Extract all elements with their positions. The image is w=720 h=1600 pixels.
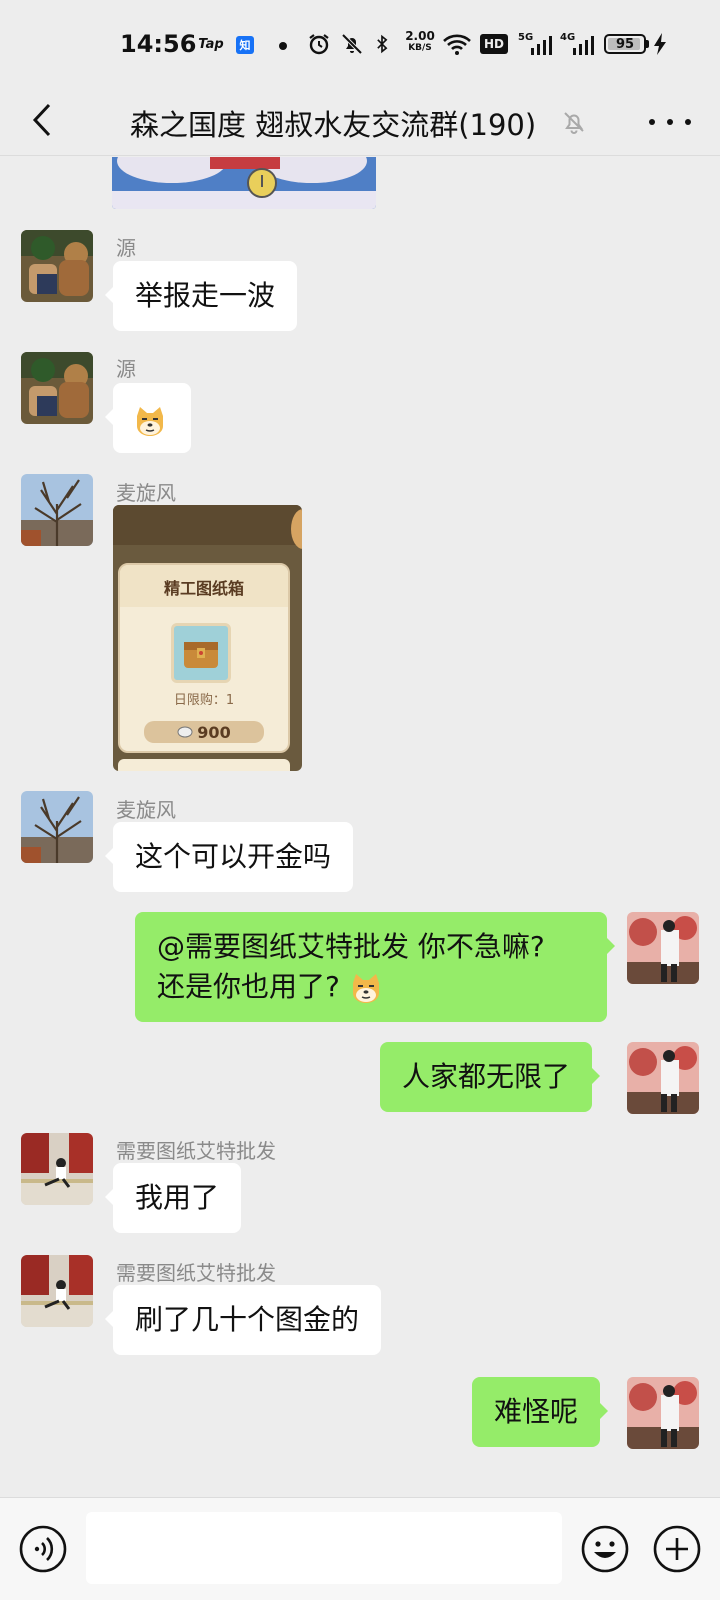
avatar-self[interactable] — [627, 912, 699, 984]
mute-bell-icon — [341, 33, 363, 55]
self-message-bubble[interactable]: 难怪呢 — [472, 1377, 609, 1447]
emoji-message-bubble[interactable] — [105, 383, 191, 453]
avatar-yuan[interactable] — [21, 230, 93, 302]
message-bubble[interactable]: 这个可以开金吗 — [104, 822, 354, 892]
chest-icon — [171, 623, 231, 683]
avatar-yuan[interactable] — [21, 352, 93, 424]
avatar-image — [21, 352, 93, 424]
self-message-bubble[interactable]: 人家都无限了 — [380, 1042, 601, 1112]
card-title: 精工图纸箱 — [163, 579, 244, 598]
signal-5g-icon: 5G — [518, 32, 552, 56]
avatar-self[interactable] — [627, 1377, 699, 1449]
message-bubble[interactable]: 举报走一波 — [104, 261, 298, 331]
more-actions-plus-icon[interactable] — [652, 1524, 702, 1574]
sender-name: 麦旋风 — [116, 481, 176, 505]
hd-icon: HD — [480, 34, 508, 54]
avatar-pifa[interactable] — [21, 1255, 93, 1327]
chat-title: 森之国度 翅叔水友交流群(190) — [130, 108, 537, 142]
card-panel: 精工图纸箱 日限购：1 900 — [118, 563, 290, 753]
coin-icon — [177, 726, 193, 738]
tap-app-icon: Tap — [198, 36, 224, 52]
back-button[interactable] — [20, 98, 64, 142]
card-price: 900 — [197, 722, 231, 742]
message-input[interactable] — [86, 1512, 562, 1584]
signal-4g-icon: 4G — [560, 32, 594, 56]
sender-name: 源 — [116, 357, 136, 381]
message-text: 还是你也用了? — [157, 970, 340, 1003]
input-bar — [0, 1497, 720, 1600]
treasure-chest-icon — [184, 642, 218, 668]
battery-level: 95 — [615, 36, 635, 52]
back-arrow-icon — [32, 103, 51, 137]
message-bubble[interactable]: 刷了几十个图金的 — [104, 1285, 382, 1355]
title-bar: 森之国度 翅叔水友交流群(190) — [0, 88, 720, 156]
notification-dot-icon — [279, 42, 287, 50]
avatar-maixuanfeng[interactable] — [21, 791, 93, 863]
emoji-picker-icon[interactable] — [580, 1524, 630, 1574]
avatar-pifa[interactable] — [21, 1133, 93, 1205]
more-dot-icon — [649, 119, 655, 125]
sender-name: 源 — [116, 236, 136, 260]
bluetooth-icon — [377, 34, 388, 54]
chat-area[interactable]: 源 举报走一波 源 麦旋风 精工图纸箱 日限购：1 900 麦旋风 这个可以开金… — [0, 157, 720, 1497]
card-header-bg — [113, 505, 302, 545]
sender-name: 麦旋风 — [116, 798, 176, 822]
sender-name: 需要图纸艾特批发 — [116, 1261, 276, 1285]
alarm-icon — [309, 34, 329, 55]
speed-value: 2.00 — [405, 29, 435, 43]
avatar-image — [21, 474, 93, 546]
message-line: @需要图纸艾特批发 你不急嘛? — [157, 930, 545, 963]
muted-bell-icon — [564, 112, 584, 134]
avatar-maixuanfeng[interactable] — [21, 474, 93, 546]
image-message[interactable]: 精工图纸箱 日限购：1 900 — [113, 505, 302, 771]
voice-input-icon[interactable] — [18, 1524, 68, 1574]
more-dot-icon — [667, 119, 673, 125]
doraemon-sticker-image — [112, 157, 376, 209]
wifi-icon — [443, 34, 471, 55]
avatar-image — [21, 1133, 93, 1205]
avatar-image — [627, 912, 699, 984]
message-bubble[interactable]: 我用了 — [104, 1163, 242, 1233]
avatar-self[interactable] — [627, 1042, 699, 1114]
network-speed: 2.00 KB/S — [400, 30, 440, 54]
message-line: 还是你也用了? — [157, 967, 585, 1007]
status-bar: 14:56 Tap 知 2.00 KB/S HD 5G 4G 95 — [0, 0, 720, 88]
status-time: 14:56 — [120, 30, 197, 58]
card-limit: 日限购：1 — [173, 693, 235, 708]
speed-unit: KB/S — [408, 43, 432, 53]
avatar-image — [21, 1255, 93, 1327]
partial-image-message[interactable] — [112, 157, 376, 209]
battery-tip — [646, 40, 649, 48]
card-next-panel — [118, 759, 290, 771]
self-message-bubble[interactable]: @需要图纸艾特批发 你不急嘛? 还是你也用了? — [135, 912, 615, 1022]
avatar-image — [627, 1042, 699, 1114]
avatar-image — [627, 1377, 699, 1449]
zhihu-app-icon: 知 — [236, 36, 254, 54]
avatar-image — [21, 791, 93, 863]
more-dot-icon — [685, 119, 691, 125]
avatar-image — [21, 230, 93, 302]
doge-emoji-icon — [352, 974, 379, 1003]
doge-emoji-icon — [137, 407, 163, 436]
more-options-button[interactable] — [645, 104, 695, 140]
charging-icon — [654, 33, 666, 55]
card-price-tag: 900 — [144, 721, 264, 743]
sender-name: 需要图纸艾特批发 — [116, 1139, 276, 1163]
battery-icon: 95 — [604, 34, 646, 54]
